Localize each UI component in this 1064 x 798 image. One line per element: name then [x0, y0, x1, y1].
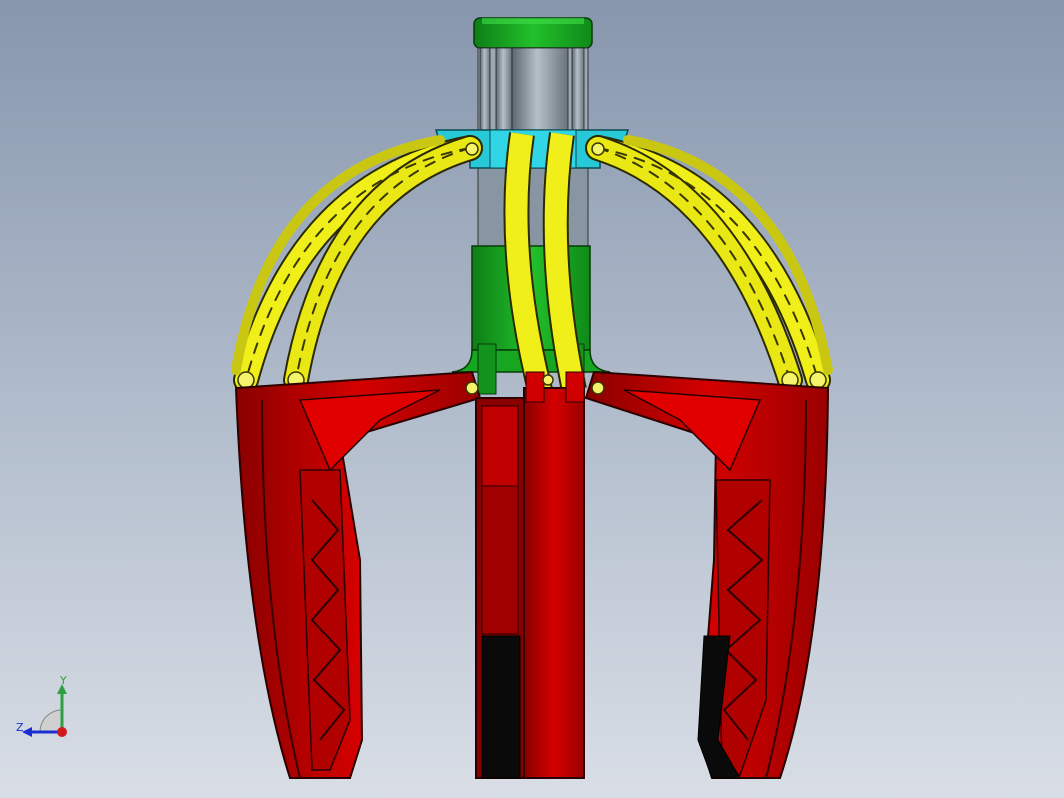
linkage-arm-left[interactable]	[231, 135, 483, 393]
cylinder-cap[interactable]	[473, 17, 593, 49]
finger-pad-center	[481, 635, 521, 779]
z-axis-label: Z	[16, 721, 24, 734]
view-orientation-triad[interactable]: Y Z	[10, 674, 80, 746]
triad-graphic	[22, 684, 67, 737]
graphics-viewport[interactable]: Y Z	[0, 0, 1064, 798]
linkage-arm-right[interactable]	[585, 135, 833, 393]
claw-finger-left[interactable]	[234, 370, 482, 779]
gripper-model[interactable]	[0, 0, 1064, 798]
x-axis-dot	[57, 727, 67, 737]
y-axis-label: Y	[60, 674, 67, 687]
